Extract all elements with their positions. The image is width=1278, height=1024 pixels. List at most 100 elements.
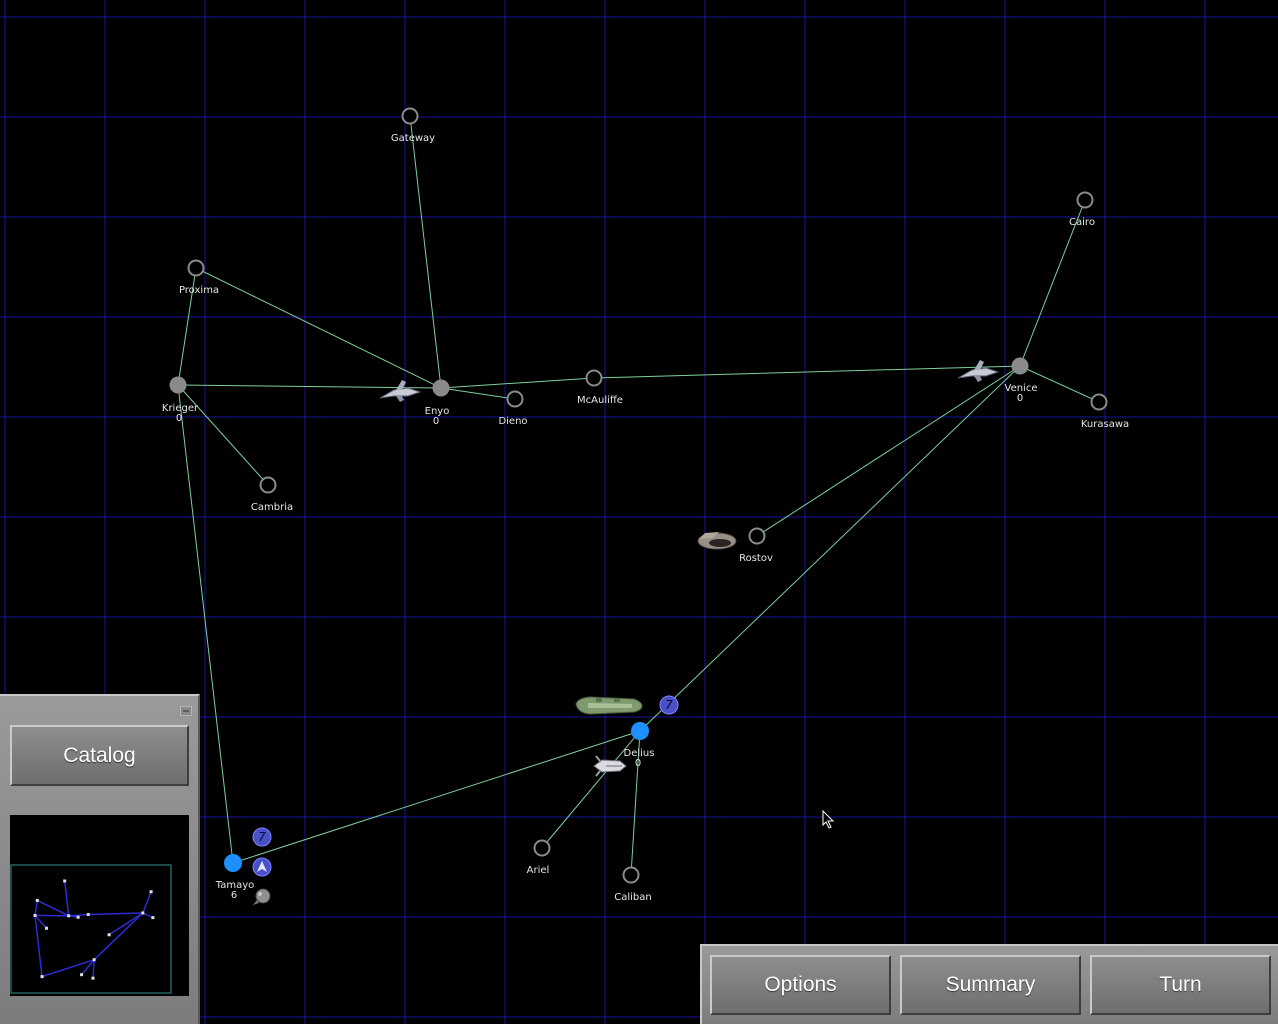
empty-system-icon [585,369,603,387]
catalog-panel: Catalog [0,694,200,1024]
minimap-system [76,915,80,919]
system-name: Rostov [739,553,773,564]
lane [409,115,442,389]
system-name: Proxima [179,285,219,296]
starship-icon[interactable] [957,360,1000,382]
lane [756,365,1021,537]
lane [440,377,595,389]
system-mcauliffe[interactable]: McAuliffe [577,369,623,407]
minimap-system [45,926,49,930]
system-name: Cairo [1069,217,1095,228]
system-fleet-count: 6 [231,890,237,901]
minimap[interactable] [10,815,189,996]
minimap-lane [92,959,95,979]
catalog-button[interactable]: Catalog [10,725,189,786]
owned-system-icon [169,376,187,394]
minimize-icon[interactable] [180,706,192,716]
ship-type-icon[interactable] [252,857,272,877]
system-name: Cambria [251,502,293,513]
minimap-lane [63,880,70,916]
ships-layer [252,360,1000,905]
system-name: McAuliffe [577,395,623,406]
minimap-system [67,914,71,918]
system-caliban[interactable]: Caliban [614,866,652,904]
minimap-lane [68,913,89,917]
fleet-count-icon[interactable]: 7 [252,827,272,847]
starship-icon[interactable] [253,888,271,905]
lane [195,267,442,389]
system-proxima[interactable]: Proxima [179,259,219,297]
options-button[interactable]: Options [710,955,891,1015]
turn-button[interactable]: Turn [1090,955,1271,1015]
fleet-badge-number: 7 [665,698,673,712]
lane [639,365,1021,732]
cursor-icon [822,810,835,829]
minimap-system [35,898,39,902]
minimap-system [80,973,84,977]
system-cambria[interactable]: Cambria [251,476,293,514]
minimap-lane [88,912,143,916]
empty-system-icon [1076,191,1094,209]
minimap-system [40,975,44,979]
fleet-badge-number: 7 [258,830,266,844]
minimap-viewport[interactable] [10,864,172,994]
starship-icon[interactable] [697,532,737,550]
system-fleet-count: 0 [1017,393,1023,404]
minimap-lane [93,912,144,961]
system-name: Gateway [391,133,435,144]
system-venice[interactable]: Venice0 [1005,357,1038,405]
minimap-lane [36,899,69,917]
owned-system-icon [432,379,450,397]
minimap-view [10,864,172,994]
empty-system-icon [622,866,640,884]
minimap-system [151,916,155,920]
system-fleet-count: 0 [433,416,439,427]
system-name: Kurasawa [1081,419,1129,430]
minimap-system [33,913,37,917]
fleet-count-icon[interactable]: 7 [659,695,679,715]
minimap-system [107,933,111,937]
system-gateway[interactable]: Gateway [391,107,435,145]
empty-system-icon [401,107,419,125]
minimap-system [91,976,95,980]
owned-system-icon [1011,357,1029,375]
starship-icon[interactable] [379,380,422,402]
minimap-lane [108,912,144,936]
star-systems: GatewayProximaKrieger0Enyo0 DienoMcAuliff… [162,107,1129,904]
minimap-lane [142,891,152,914]
system-fleet-count: 0 [176,413,182,424]
system-rostov[interactable]: Rostov [739,527,773,565]
command-toolbar: Options Summary Turn [700,944,1278,1024]
minimap-system [92,958,96,962]
player-system-icon [224,854,242,872]
lane [232,730,641,864]
minimap-lane [142,912,154,919]
system-ariel[interactable]: Ariel [527,839,551,877]
minimap-lane [34,900,39,916]
system-name: Dieno [498,416,527,427]
empty-system-icon [533,839,551,857]
lane [593,365,1021,379]
minimap-lane [34,915,43,977]
system-tamayo[interactable]: Tamayo6 [215,854,255,901]
minimap-system [86,913,90,917]
empty-system-icon [748,527,766,545]
summary-button[interactable]: Summary [900,955,1081,1015]
minimap-system [149,890,153,894]
lane [440,387,516,400]
empty-system-icon [187,259,205,277]
system-enyo[interactable]: Enyo0 [425,379,450,428]
starship-icon[interactable] [575,696,643,715]
player-system-icon [631,722,649,740]
system-name: Ariel [527,865,550,876]
empty-system-icon [506,390,524,408]
empty-system-icon [1090,393,1108,411]
minimap-system [141,911,145,915]
empty-system-icon [259,476,277,494]
system-name: Caliban [614,892,651,903]
system-cairo[interactable]: Cairo [1069,191,1095,229]
minimap-system [63,879,67,883]
starship-icon[interactable] [593,755,627,777]
system-fleet-count: 0 [635,758,641,769]
lane [177,384,269,486]
